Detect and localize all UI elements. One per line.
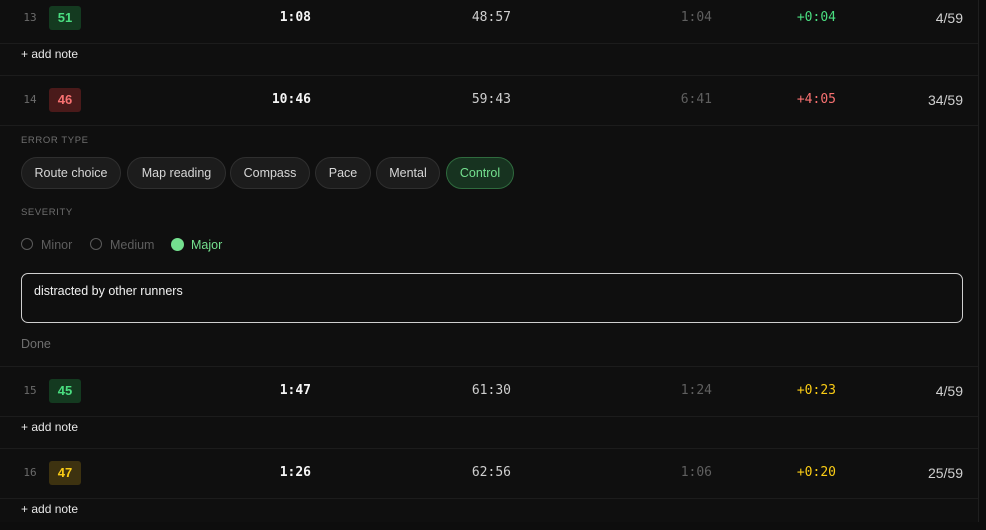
add-note-link[interactable]: + add note [21,498,78,520]
time-loss: +0:23 [796,383,836,398]
chip-control[interactable]: Control [446,157,514,189]
control-badge: 46 [49,88,81,112]
severity-major-label: Major [191,238,223,252]
add-note-link[interactable]: + add note [21,416,78,438]
best-split: 1:24 [680,383,712,398]
cumulative-time: 59:43 [471,92,511,107]
chip-mental[interactable]: Mental [376,157,440,189]
row-index: 13 [23,11,37,24]
chip-compass[interactable]: Compass [230,157,310,189]
add-note-link[interactable]: + add note [21,43,78,65]
severity-medium-label: Medium [110,238,155,252]
severity-major-radio[interactable]: Major [171,237,231,253]
note-editor: ERROR TYPE Route choice Map reading Comp… [0,125,978,367]
time-loss: +0:04 [796,10,836,25]
split-rank: 34/59 [927,92,963,108]
severity-minor-radio[interactable]: Minor [21,237,81,253]
split-time: 10:46 [271,92,311,107]
chip-map-reading[interactable]: Map reading [127,157,226,189]
done-button[interactable]: Done [21,337,51,351]
note-row: + add note [0,43,978,76]
time-loss: +4:05 [796,92,836,107]
split-rank: 4/59 [935,10,963,26]
control-badge: 47 [49,461,81,485]
cumulative-time: 61:30 [471,383,511,398]
splits-table: 13 51 1:08 48:57 1:04 +0:04 4/59 + add n… [0,0,979,522]
radio-filled-icon [171,238,184,251]
cumulative-time: 48:57 [471,10,511,25]
row-index: 15 [23,384,37,397]
note-textarea[interactable]: distracted by other runners [21,273,963,323]
split-row[interactable]: 14 46 10:46 59:43 6:41 +4:05 34/59 [0,75,978,126]
radio-circle-icon [90,238,102,250]
note-row: + add note [0,416,978,449]
severity-minor-label: Minor [41,238,73,252]
chip-route-choice[interactable]: Route choice [21,157,121,189]
split-time: 1:08 [279,10,311,25]
split-time: 1:47 [279,383,311,398]
time-loss: +0:20 [796,465,836,480]
best-split: 1:04 [680,10,712,25]
split-row[interactable]: 16 47 1:26 62:56 1:06 +0:20 25/59 [0,448,978,499]
best-split: 6:41 [680,92,712,107]
radio-circle-icon [21,238,33,250]
chip-pace[interactable]: Pace [315,157,371,189]
note-row: + add note [0,498,978,530]
split-rank: 25/59 [927,465,963,481]
split-row[interactable]: 13 51 1:08 48:57 1:04 +0:04 4/59 [0,0,978,44]
severity-medium-radio[interactable]: Medium [90,237,162,253]
best-split: 1:06 [680,465,712,480]
error-type-label: ERROR TYPE [21,135,89,146]
cumulative-time: 62:56 [471,465,511,480]
split-row[interactable]: 15 45 1:47 61:30 1:24 +0:23 4/59 [0,366,978,417]
control-badge: 45 [49,379,81,403]
split-time: 1:26 [279,465,311,480]
split-rank: 4/59 [935,383,963,399]
severity-label: SEVERITY [21,207,73,218]
row-index: 16 [23,466,37,479]
row-index: 14 [23,93,37,106]
control-badge: 51 [49,6,81,30]
